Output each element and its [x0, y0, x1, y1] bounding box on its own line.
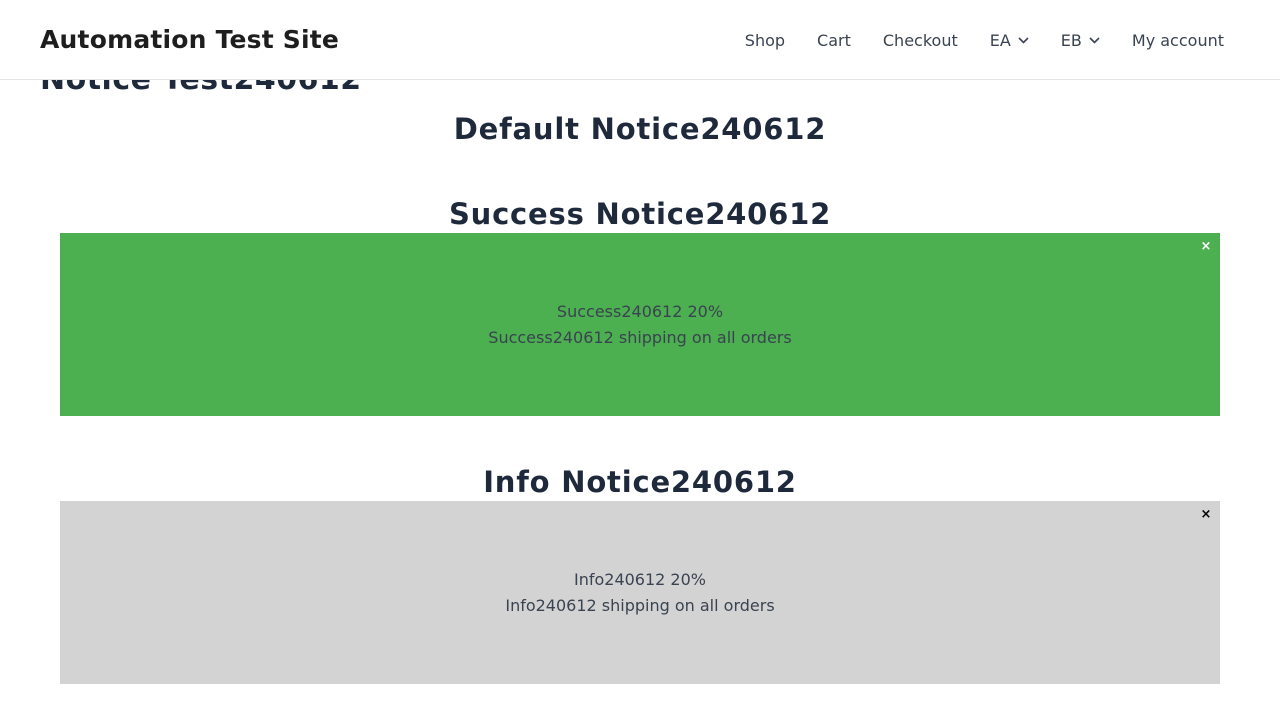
info-notice-line-1: Info240612 20%	[573, 569, 706, 589]
nav-item-eb[interactable]: EB	[1061, 31, 1100, 50]
success-notice-line-2: Success240612 shipping on all orders	[488, 327, 792, 347]
nav-item-label: Cart	[817, 30, 851, 50]
nav-item-label: EB	[1060, 30, 1082, 50]
info-notice: × Info240612 20% Info240612 shipping on …	[60, 501, 1220, 684]
nav-item-my-account[interactable]: My account	[1132, 31, 1224, 50]
nav-item-checkout[interactable]: Checkout	[883, 31, 958, 50]
site-header: Automation Test Site Shop Cart Checkout …	[0, 0, 1280, 80]
site-title-link[interactable]: Automation Test Site	[40, 25, 339, 54]
info-notice-line-2: Info240612 shipping on all orders	[505, 595, 775, 615]
nav-item-label: EA	[989, 30, 1011, 50]
nav-item-label: Checkout	[882, 30, 958, 50]
close-icon[interactable]: ×	[1200, 508, 1212, 522]
nav-item-label: Shop	[744, 30, 786, 50]
nav-item-label: My account	[1131, 30, 1224, 50]
info-notice-heading: Info Notice240612	[483, 465, 797, 499]
page: Notice Test240612 Automation Test Site S…	[0, 0, 1280, 720]
nav-item-cart[interactable]: Cart	[817, 31, 851, 50]
nav-item-ea[interactable]: EA	[990, 31, 1029, 50]
success-notice-line-1: Success240612 20%	[556, 301, 724, 321]
chevron-down-icon[interactable]	[1089, 36, 1100, 44]
success-notice-heading: Success Notice240612	[448, 197, 832, 231]
nav-item-shop[interactable]: Shop	[745, 31, 785, 50]
success-notice: × Success240612 20% Success240612 shippi…	[60, 233, 1220, 416]
close-icon[interactable]: ×	[1200, 240, 1212, 254]
primary-nav: Shop Cart Checkout EA EB My account	[745, 0, 1224, 80]
default-notice-heading: Default Notice240612	[453, 112, 827, 146]
chevron-down-icon[interactable]	[1018, 36, 1029, 44]
